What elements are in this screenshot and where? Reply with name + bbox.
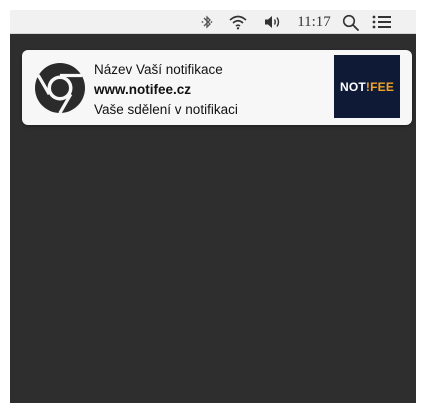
notification-body: Vaše sdělení v notifikaci [94, 102, 238, 117]
notifee-logo: NOT!FEE [340, 80, 394, 94]
wifi-icon-graphic [229, 15, 247, 30]
notification-banner[interactable]: Název Vaší notifikace www.notifee.cz Vaš… [22, 50, 412, 125]
notification-text: Název Vaší notifikace www.notifee.cz Vaš… [94, 60, 324, 120]
notification-image: NOT!FEE [334, 55, 400, 118]
menu-bar-clock[interactable]: 11:17 [295, 10, 333, 34]
search-icon-graphic [342, 14, 359, 31]
chrome-icon [34, 62, 86, 115]
search-icon[interactable] [340, 10, 360, 34]
chrome-icon-graphic [35, 63, 85, 115]
logo-text-white: NOT [339, 79, 366, 94]
notification-title: Název Vaší notifikace [94, 62, 223, 77]
volume-icon[interactable] [262, 10, 284, 34]
notification-site: www.notifee.cz [94, 82, 192, 97]
bluetooth-icon[interactable] [199, 10, 215, 34]
list-icon-graphic [372, 15, 391, 29]
logo-text-orange: !FEE [365, 79, 395, 94]
wifi-icon[interactable] [227, 10, 249, 34]
desktop: 11:17 Název Vaší notifikace www.notifee.… [10, 10, 416, 403]
menu-bar: 11:17 [10, 10, 416, 34]
bluetooth-icon-graphic [201, 15, 213, 29]
list-icon[interactable] [370, 10, 394, 34]
volume-icon-graphic [265, 16, 280, 28]
